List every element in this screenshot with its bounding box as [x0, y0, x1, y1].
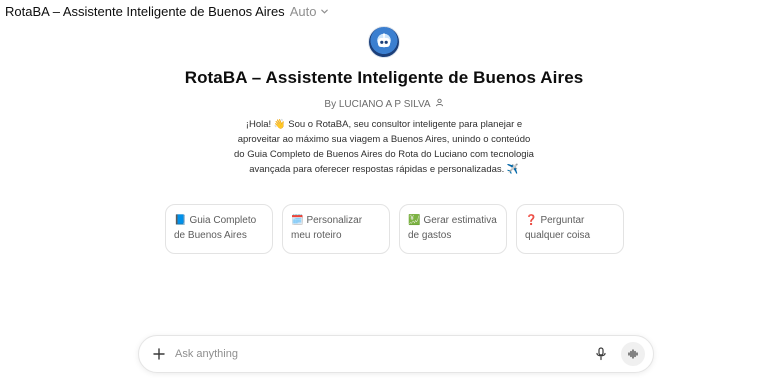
gpt-profile: RotaBA – Assistente Inteligente de Bueno…	[0, 26, 768, 177]
microphone-icon[interactable]	[593, 346, 609, 362]
gpt-description: ¡Hola! 👋 Sou o RotaBA, seu consultor int…	[234, 119, 534, 175]
author-byline[interactable]: By LUCIANO A P SILVA	[324, 98, 443, 110]
gpt-title: RotaBA – Assistente Inteligente de Bueno…	[184, 68, 584, 87]
calendar-icon: 🗓️	[291, 215, 304, 226]
starter-card-itinerary[interactable]: 🗓️ Personalizar meu roteiro	[282, 204, 390, 254]
person-icon	[435, 98, 444, 110]
voice-mode-button[interactable]	[621, 342, 645, 366]
message-composer	[138, 335, 654, 373]
message-input[interactable]	[175, 348, 593, 360]
model-label: Auto	[289, 3, 317, 19]
starter-card-budget[interactable]: 💹 Gerar estimativa de gastos	[399, 204, 507, 254]
starter-card-guide[interactable]: 📘 Guia Completo de Buenos Aires	[165, 204, 273, 254]
robot-icon	[378, 33, 390, 47]
model-selector[interactable]: Auto	[290, 4, 330, 19]
chart-icon: 💹	[408, 215, 421, 226]
gpt-avatar	[368, 26, 400, 58]
top-bar: RotaBA – Assistente Inteligente de Bueno…	[0, 0, 768, 22]
chevron-down-icon	[320, 7, 329, 16]
conversation-starters: 📘 Guia Completo de Buenos Aires 🗓️ Persona…	[165, 204, 624, 254]
waveform-icon	[628, 349, 638, 359]
question-mark-icon: ❓	[525, 215, 538, 226]
plus-icon[interactable]	[151, 346, 167, 362]
gpt-name-header[interactable]: RotaBA – Assistente Inteligente de Bueno…	[5, 4, 285, 19]
starter-label: Gerar estimativa de gastos	[408, 215, 497, 241]
starter-card-question[interactable]: ❓ Perguntar qualquer coisa	[516, 204, 624, 254]
author-name: By LUCIANO A P SILVA	[324, 98, 431, 110]
blue-book-icon: 📘	[174, 215, 187, 226]
